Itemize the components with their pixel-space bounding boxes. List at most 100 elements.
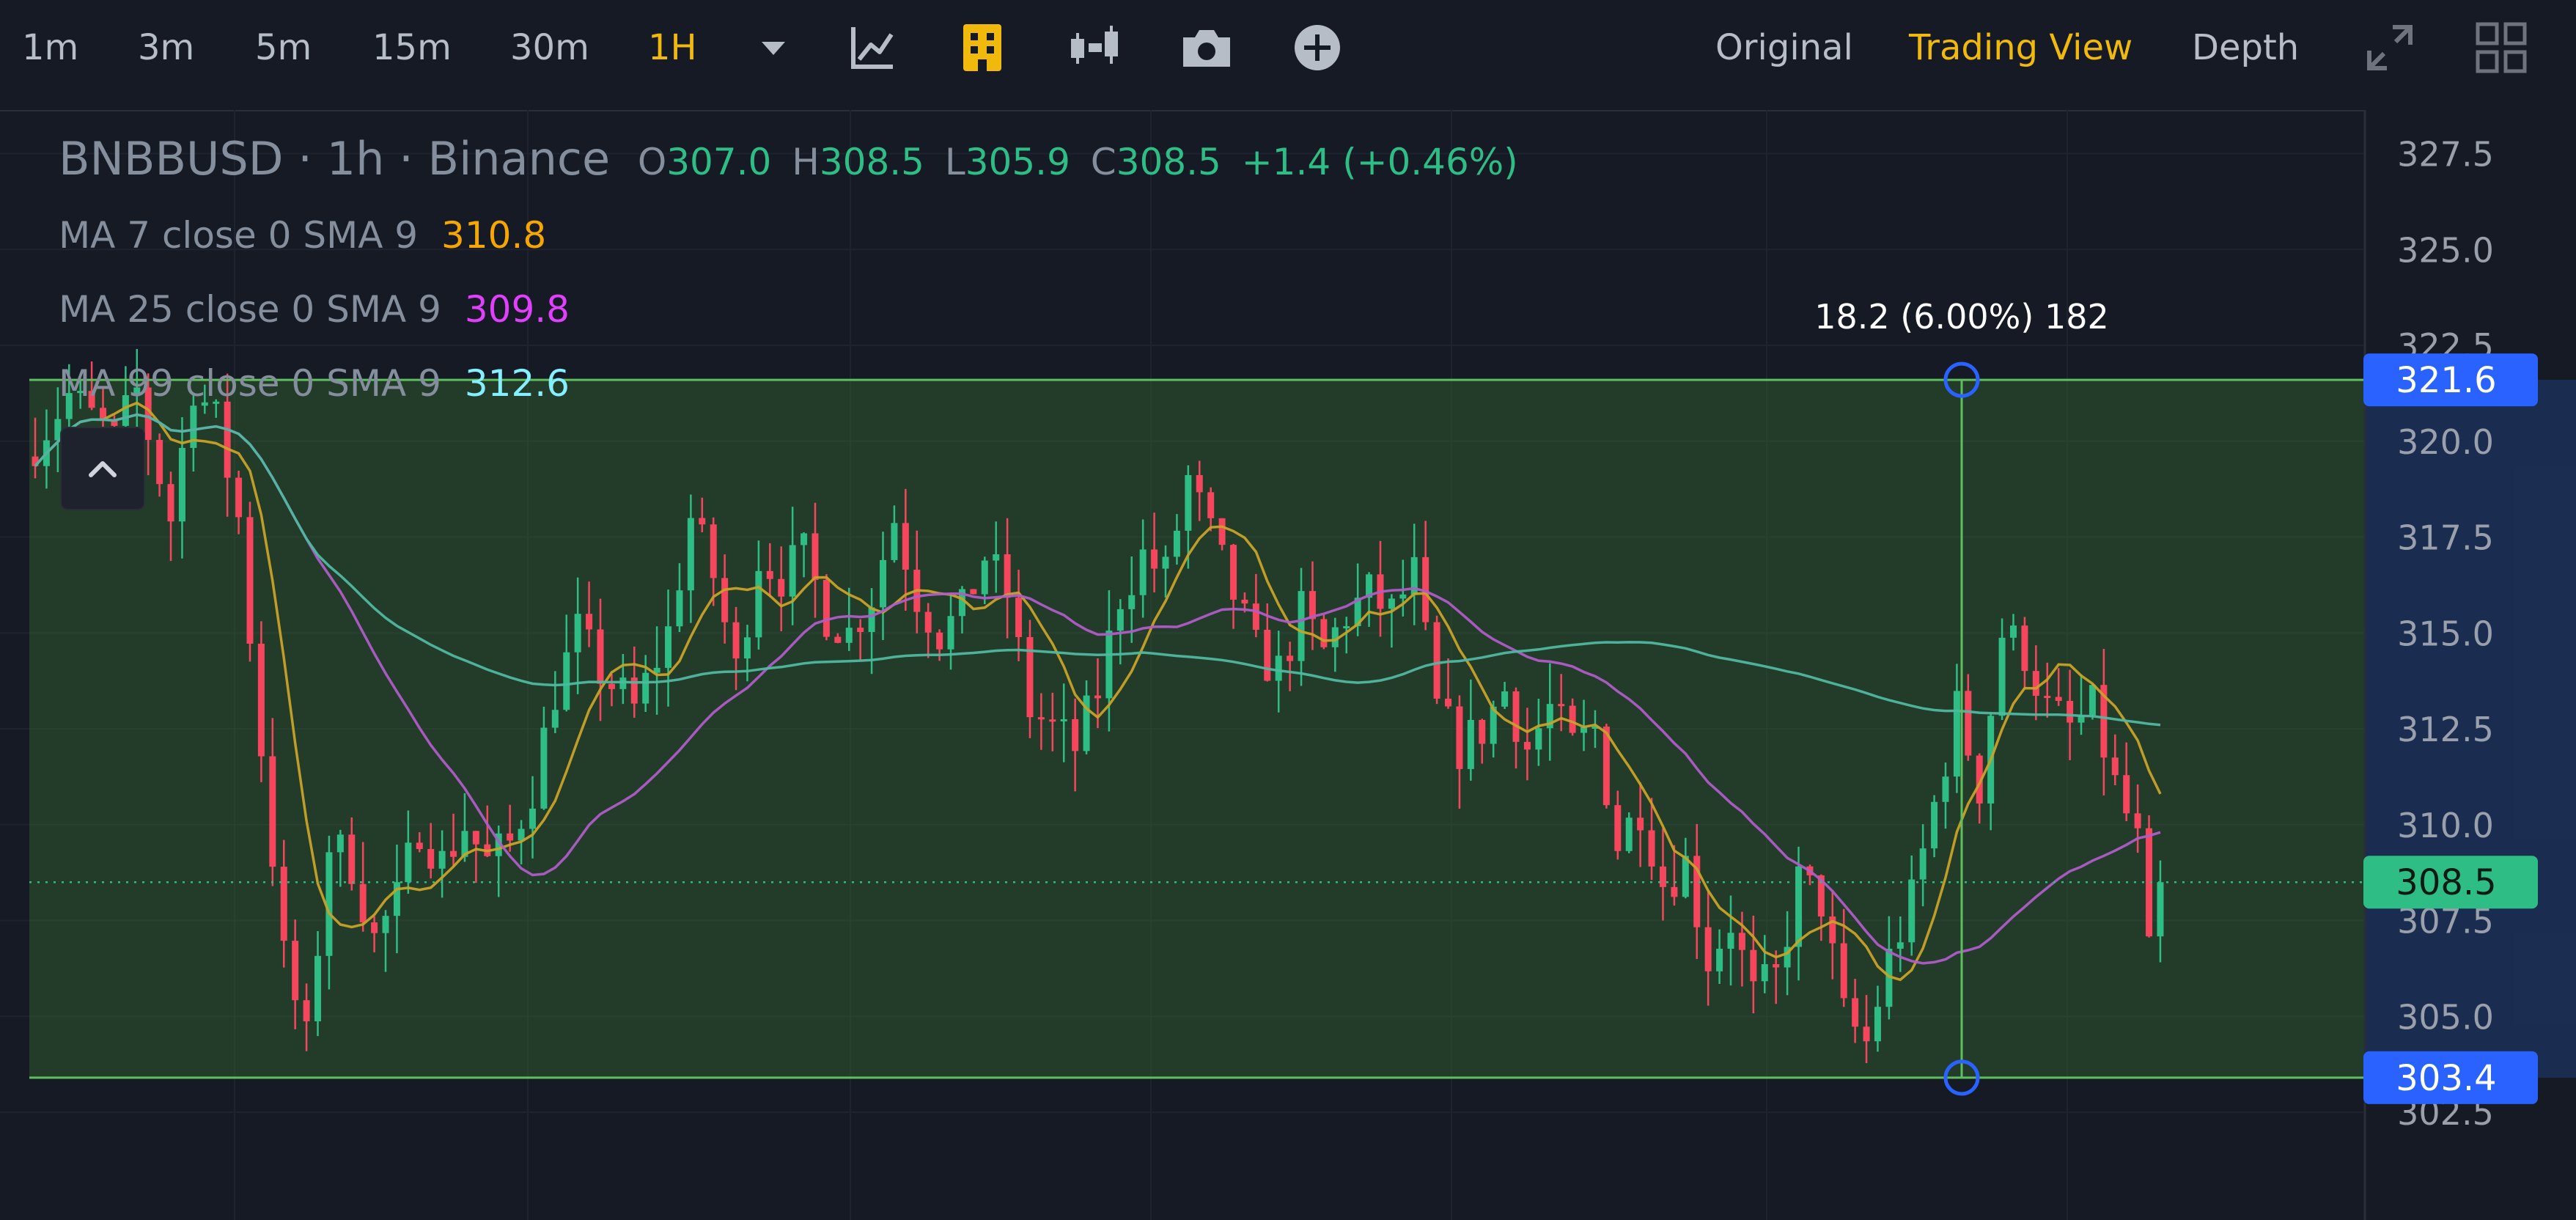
candle-body: [303, 1000, 310, 1021]
legend-separator: ·: [399, 132, 413, 185]
candle-type-icon[interactable]: [953, 18, 1012, 77]
dropdown-caret-icon[interactable]: [744, 18, 803, 77]
price-label-bottom: 303.4: [2396, 1058, 2496, 1099]
candle-body: [1230, 545, 1237, 600]
candle-body: [382, 916, 389, 933]
close-label: C: [1090, 141, 1116, 183]
candle-body: [1501, 691, 1509, 707]
candle-body: [857, 628, 864, 633]
candle-body: [766, 570, 773, 579]
price-axis[interactable]: 302.5305.0307.5310.0312.5315.0317.5320.0…: [2363, 110, 2576, 1220]
candle-body: [1874, 1007, 1881, 1042]
candle-body: [2067, 700, 2074, 723]
interval-30m[interactable]: 30m: [510, 0, 589, 95]
candle-body: [1919, 848, 1927, 880]
candle-body: [1185, 474, 1192, 531]
candle-body: [1614, 805, 1622, 851]
candle-body: [1523, 741, 1531, 750]
candle-body: [2044, 696, 2051, 699]
legend-collapse-button[interactable]: [60, 427, 145, 510]
candle-body: [2010, 625, 2017, 638]
candle-body: [981, 560, 988, 595]
candle-body: [472, 831, 479, 845]
symbol-name[interactable]: BNBBUSD: [59, 132, 283, 185]
ma99-value: 312.6: [464, 362, 570, 405]
candle-body: [665, 626, 672, 668]
ma99-legend[interactable]: MA 99 close 0 SMA 9 312.6: [59, 362, 570, 405]
candle-body: [1094, 695, 1101, 699]
ma7-legend[interactable]: MA 7 close 0 SMA 9 310.8: [59, 214, 546, 257]
low-label: L: [944, 141, 965, 183]
candle-body: [845, 628, 853, 643]
view-trading-view[interactable]: Trading View: [1909, 0, 2132, 95]
candle-body: [1852, 998, 1859, 1027]
candle-body: [1716, 949, 1723, 971]
candle-body: [1037, 717, 1045, 720]
view-depth[interactable]: Depth: [2192, 0, 2299, 95]
high-value: 308.5: [819, 141, 924, 183]
interval-1h[interactable]: 1H: [648, 0, 697, 95]
candle-body: [1965, 691, 1972, 756]
view-original[interactable]: Original: [1715, 0, 1853, 95]
candle-body: [393, 882, 400, 916]
candle-body: [732, 622, 740, 659]
candle-body: [2021, 625, 2028, 672]
price-range-tool[interactable]: [29, 380, 2576, 1078]
candle-body: [1433, 622, 1440, 699]
candle-body: [1264, 629, 1271, 681]
candle-body: [235, 477, 243, 518]
indicators-icon[interactable]: [843, 18, 902, 77]
ma25-label: MA 25 close 0 SMA 9: [59, 288, 441, 331]
candle-body: [868, 607, 875, 633]
candle-body: [823, 580, 830, 637]
chart-toolbar: 1m 3m 5m 15m 30m 1H Original Trading Vie…: [0, 0, 2576, 111]
fullscreen-icon[interactable]: [2360, 18, 2419, 77]
close-value: 308.5: [1116, 141, 1221, 183]
candle-body: [1558, 704, 1565, 707]
candle-body: [1399, 594, 1407, 599]
candle-body: [1682, 856, 1689, 897]
candle-body: [359, 883, 367, 923]
add-icon[interactable]: [1288, 18, 1347, 77]
price-tick-label: 327.5: [2397, 135, 2494, 174]
candle-body: [970, 589, 977, 595]
candle-body: [642, 672, 649, 704]
interval-15m[interactable]: 15m: [372, 0, 452, 95]
candle-body: [880, 559, 886, 608]
interval-5m[interactable]: 5m: [255, 0, 312, 95]
layout-grid-icon[interactable]: [2472, 18, 2531, 77]
candle-body: [936, 632, 943, 650]
candle-body: [1207, 492, 1215, 518]
candle-body: [1388, 598, 1395, 609]
candle-body: [1139, 549, 1147, 595]
candle-body: [314, 955, 321, 1021]
candle-body: [1004, 554, 1011, 598]
range-measure-label: 18.2 (6.00%) 182: [1814, 297, 2109, 337]
candle-body: [450, 850, 457, 857]
candle-body: [947, 616, 954, 650]
candle-body: [1116, 609, 1124, 631]
candle-body: [574, 614, 581, 653]
interval-1m[interactable]: 1m: [22, 0, 78, 95]
candle-body: [2123, 775, 2130, 814]
camera-icon[interactable]: [1177, 18, 1236, 77]
candle-body: [1072, 719, 1079, 752]
candle-body: [529, 808, 536, 829]
candle-body: [721, 578, 729, 622]
candle-body: [1998, 637, 2006, 716]
chart-style-icon[interactable]: [1065, 18, 1124, 77]
interval-3m[interactable]: 3m: [138, 0, 194, 95]
price-chart[interactable]: 18.2 (6.00%) 182 302.5305.0307.5310.0312…: [0, 110, 2576, 1220]
candle-body: [269, 756, 276, 867]
candle-body: [586, 614, 593, 630]
candle-body: [1761, 964, 1768, 982]
candle-body: [1648, 830, 1655, 867]
candle-body: [551, 710, 559, 728]
candle-body: [405, 842, 412, 883]
candle-body: [1467, 719, 1474, 769]
chevron-up-icon: [89, 461, 117, 477]
candle-body: [1343, 626, 1350, 629]
candle-body: [778, 578, 785, 597]
price-tick-label: 305.0: [2397, 997, 2494, 1037]
ma25-legend[interactable]: MA 25 close 0 SMA 9 309.8: [59, 288, 570, 331]
